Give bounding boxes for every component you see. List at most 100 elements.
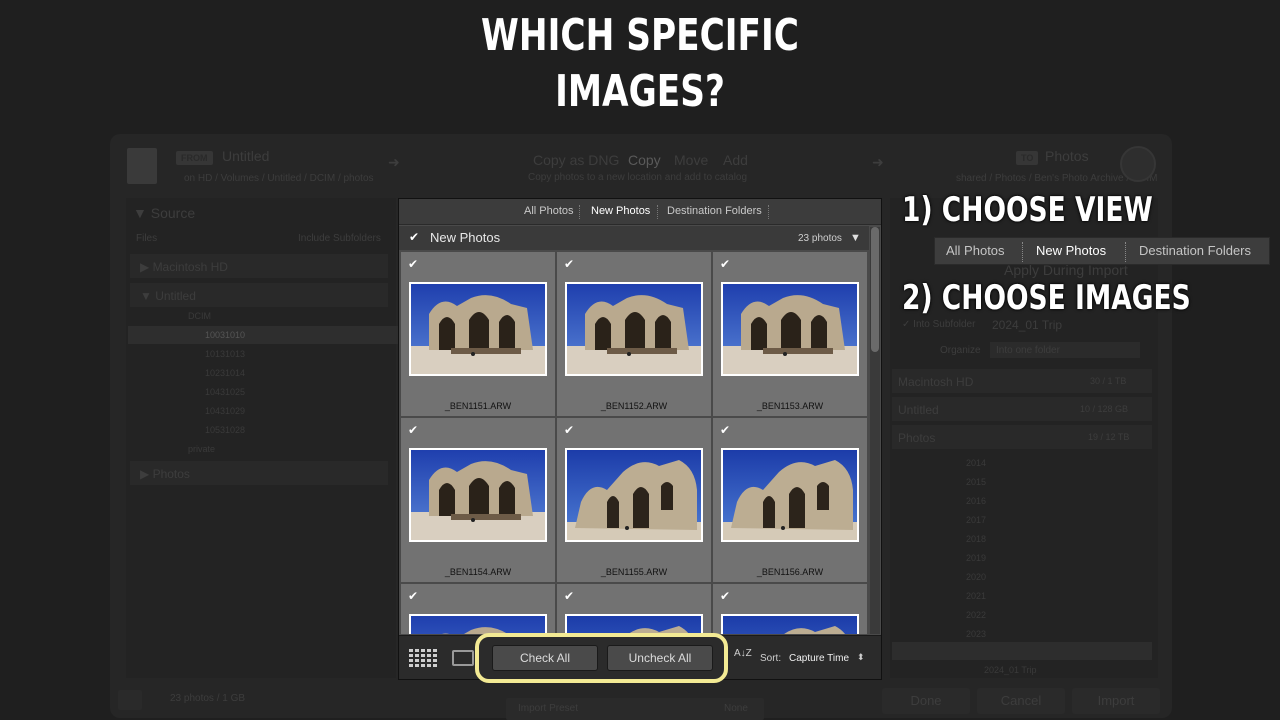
include-subfolders-checkbox[interactable]: Include Subfolders [298, 233, 381, 244]
photo-thumbnail[interactable] [409, 282, 547, 376]
photo-thumbnail-cell[interactable]: ✔ [557, 584, 711, 634]
photo-thumbnail-cell[interactable]: ✔ _BEN1152.ARW [557, 252, 711, 416]
dest-year-item[interactable]: 2015 [966, 477, 986, 487]
sort-caret-icon[interactable]: ⬍ [857, 652, 865, 663]
into-subfolder-checkbox[interactable]: ✓ Into Subfolder [902, 319, 975, 330]
tree-folder-4[interactable]: 10431025 [205, 387, 245, 397]
from-badge: FROM [176, 151, 213, 165]
photo-thumbnail[interactable] [565, 282, 703, 376]
tree-dcim[interactable]: DCIM [188, 311, 211, 321]
photo-thumbnail[interactable] [409, 614, 547, 634]
photo-thumbnail-cell[interactable]: ✔ _BEN1156.ARW [713, 418, 867, 582]
expand-toggle[interactable] [118, 690, 142, 710]
mode-copy[interactable]: Copy [628, 152, 661, 168]
photo-thumbnail-cell[interactable]: ✔ _BEN1153.ARW [713, 252, 867, 416]
import-preset-label: Import Preset [518, 703, 579, 714]
dest-year-item[interactable]: 2019 [966, 553, 986, 563]
collapse-arrow-icon[interactable]: ▼ [850, 232, 861, 244]
loupe-view-icon[interactable] [452, 650, 474, 666]
section-checkbox[interactable]: ✔ [409, 231, 421, 243]
dest-year-item[interactable]: 2020 [966, 572, 986, 582]
photo-thumbnail[interactable] [409, 448, 547, 542]
tree-folder-1[interactable]: 10031010 [205, 330, 245, 340]
to-badge: TO [1016, 151, 1039, 165]
tab-new-photos[interactable]: New Photos [591, 205, 650, 217]
photo-checkbox[interactable]: ✔ [408, 258, 420, 270]
mode-add[interactable]: Add [723, 152, 748, 168]
dest-row-untitled-size: 10 / 128 GB [1080, 404, 1129, 414]
photo-thumbnail-cell[interactable]: ✔ _BEN1154.ARW [401, 418, 555, 582]
photo-checkbox[interactable]: ✔ [720, 590, 732, 602]
dest-year-item[interactable]: 2014 [966, 458, 986, 468]
dest-row-photos-label: Photos [898, 431, 936, 445]
from-path: on HD / Volumes / Untitled / DCIM / phot… [184, 173, 374, 184]
photo-thumbnail[interactable] [565, 448, 703, 542]
dest-row-untitled-label: Untitled [898, 403, 939, 417]
tree-folder-5[interactable]: 10431029 [205, 406, 245, 416]
photo-checkbox[interactable]: ✔ [564, 258, 576, 270]
photo-checkbox[interactable]: ✔ [408, 590, 420, 602]
destination-drive-icon [1120, 146, 1156, 182]
grid-view-icon[interactable] [409, 649, 437, 667]
tab-destination-folders[interactable]: Destination Folders [667, 205, 762, 217]
arrow-right-icon: ➜ [872, 154, 884, 170]
organize-label: Organize [940, 345, 981, 356]
files-label: Files [136, 233, 158, 244]
photo-thumbnail[interactable] [721, 614, 859, 634]
tree-folder-6[interactable]: 10531028 [205, 425, 245, 435]
grid-scrollbar[interactable] [870, 227, 880, 634]
done-button[interactable]: Done [882, 688, 970, 714]
photo-ruins-arches-icon [411, 284, 545, 374]
photo-checkbox[interactable]: ✔ [564, 590, 576, 602]
photo-thumbnail[interactable] [721, 282, 859, 376]
photo-count: 23 photos [798, 233, 842, 244]
dest-subfolder-item[interactable]: 2024_01 Trip [984, 665, 1037, 675]
source-header[interactable]: ▼ Source [133, 205, 195, 221]
cancel-button[interactable]: Cancel [977, 688, 1065, 714]
import-status: 23 photos / 1 GB [170, 693, 246, 704]
photo-checkbox[interactable]: ✔ [720, 258, 732, 270]
photo-ruins-wall-icon [723, 616, 857, 634]
tab-divider [579, 205, 580, 219]
dest-year-item[interactable]: 2023 [966, 629, 986, 639]
subfolder-name-field[interactable]: 2024_01 Trip [992, 318, 1062, 332]
sort-label: Sort: [760, 653, 782, 664]
photo-thumbnail[interactable] [565, 614, 703, 634]
tab-divider [657, 205, 658, 219]
dest-year-item[interactable]: 2021 [966, 591, 986, 601]
mode-move[interactable]: Move [674, 152, 708, 168]
tree-folder-3[interactable]: 10231014 [205, 368, 245, 378]
tree-folder-private[interactable]: private [188, 444, 215, 454]
dest-year-item[interactable]: 2017 [966, 515, 986, 525]
photo-thumbnail[interactable] [721, 448, 859, 542]
photo-checkbox[interactable]: ✔ [720, 424, 732, 436]
scrollbar-thumb[interactable] [871, 227, 879, 352]
photo-thumbnail-cell[interactable]: ✔ _BEN1151.ARW [401, 252, 555, 416]
dest-year-item[interactable]: 2016 [966, 496, 986, 506]
import-preset-value: None [724, 703, 748, 714]
photo-ruins-arches-icon [411, 450, 545, 540]
photo-filename: _BEN1155.ARW [600, 567, 668, 577]
sort-select[interactable]: Capture Time [789, 653, 849, 664]
photo-checkbox[interactable]: ✔ [564, 424, 576, 436]
dest-year-item[interactable]: 2022 [966, 610, 986, 620]
photo-filename: _BEN1153.ARW [756, 401, 824, 411]
import-button[interactable]: Import [1072, 688, 1160, 714]
dest-year-item[interactable]: 2018 [966, 534, 986, 544]
photo-thumbnail-cell[interactable]: ✔ _BEN1155.ARW [557, 418, 711, 582]
mode-copy-dng[interactable]: Copy as DNG [533, 152, 619, 168]
photo-checkbox[interactable]: ✔ [408, 424, 420, 436]
annotation-tab-strip: All Photos New Photos Destination Folder… [934, 237, 1270, 265]
sort-order-icon[interactable]: A↓Z [734, 649, 752, 659]
arrow-right-icon: ➜ [388, 154, 400, 170]
dest-selected-year-row [892, 642, 1152, 660]
photo-thumbnail-cell[interactable]: ✔ [713, 584, 867, 634]
to-title[interactable]: Photos [1045, 148, 1089, 164]
photo-ruins-arches-icon [567, 284, 701, 374]
tree-folder-2[interactable]: 10131013 [205, 349, 245, 359]
headline: WHICH SPECIFIC IMAGES? [141, 8, 1139, 120]
new-photos-section-header[interactable]: ✔ New Photos 23 photos ▼ [399, 226, 869, 250]
from-title[interactable]: Untitled [222, 148, 269, 164]
photo-thumbnail-cell[interactable]: ✔ [401, 584, 555, 634]
tab-all-photos[interactable]: All Photos [524, 205, 574, 217]
